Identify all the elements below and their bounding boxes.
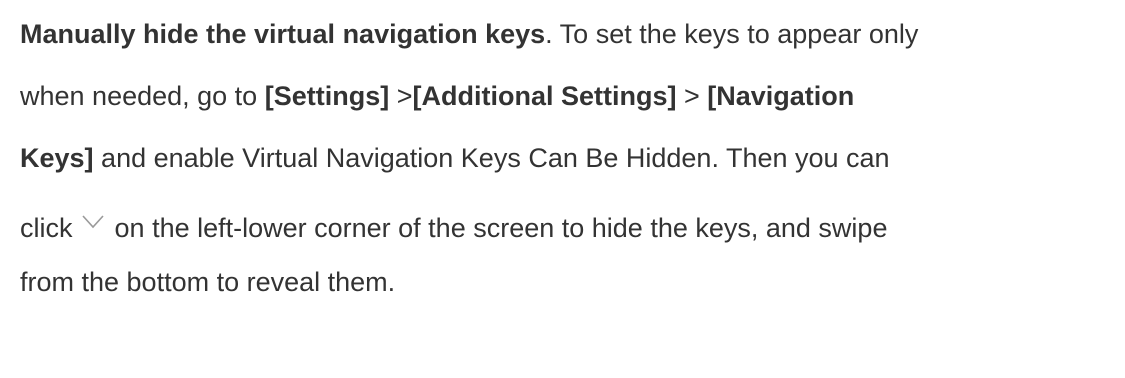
line-3-text: and enable Virtual Navigation Keys Can B… bbox=[93, 143, 890, 173]
navigation-keys-path-end: Keys] bbox=[20, 143, 94, 173]
text-line-4: click on the left-lower corner of the sc… bbox=[20, 189, 1115, 251]
heading-bold: Manually hide the virtual navigation key… bbox=[20, 19, 546, 49]
line-2-text: when needed, go to bbox=[20, 81, 265, 111]
line-1-text: . To set the keys to appear only bbox=[545, 19, 919, 49]
line-4-text-end: on the left-lower corner of the screen t… bbox=[114, 213, 888, 243]
line-4-text-start: click bbox=[20, 213, 73, 243]
navigation-keys-path-start: [Navigation bbox=[707, 81, 855, 111]
chevron-down-icon bbox=[82, 189, 104, 229]
settings-path: [Settings] bbox=[264, 81, 390, 111]
path-separator: > bbox=[389, 81, 413, 111]
text-line-3: Keys] and enable Virtual Navigation Keys… bbox=[20, 127, 1115, 189]
path-separator: > bbox=[676, 81, 708, 111]
text-line-1: Manually hide the virtual navigation key… bbox=[20, 3, 1115, 65]
instruction-paragraph: Manually hide the virtual navigation key… bbox=[20, 0, 1115, 313]
text-line-2: when needed, go to [Settings] >[Addition… bbox=[20, 65, 1115, 127]
additional-settings-path: [Additional Settings] bbox=[412, 81, 677, 111]
line-5-text: from the bottom to reveal them. bbox=[20, 267, 396, 297]
text-line-5: from the bottom to reveal them. bbox=[20, 251, 1115, 313]
